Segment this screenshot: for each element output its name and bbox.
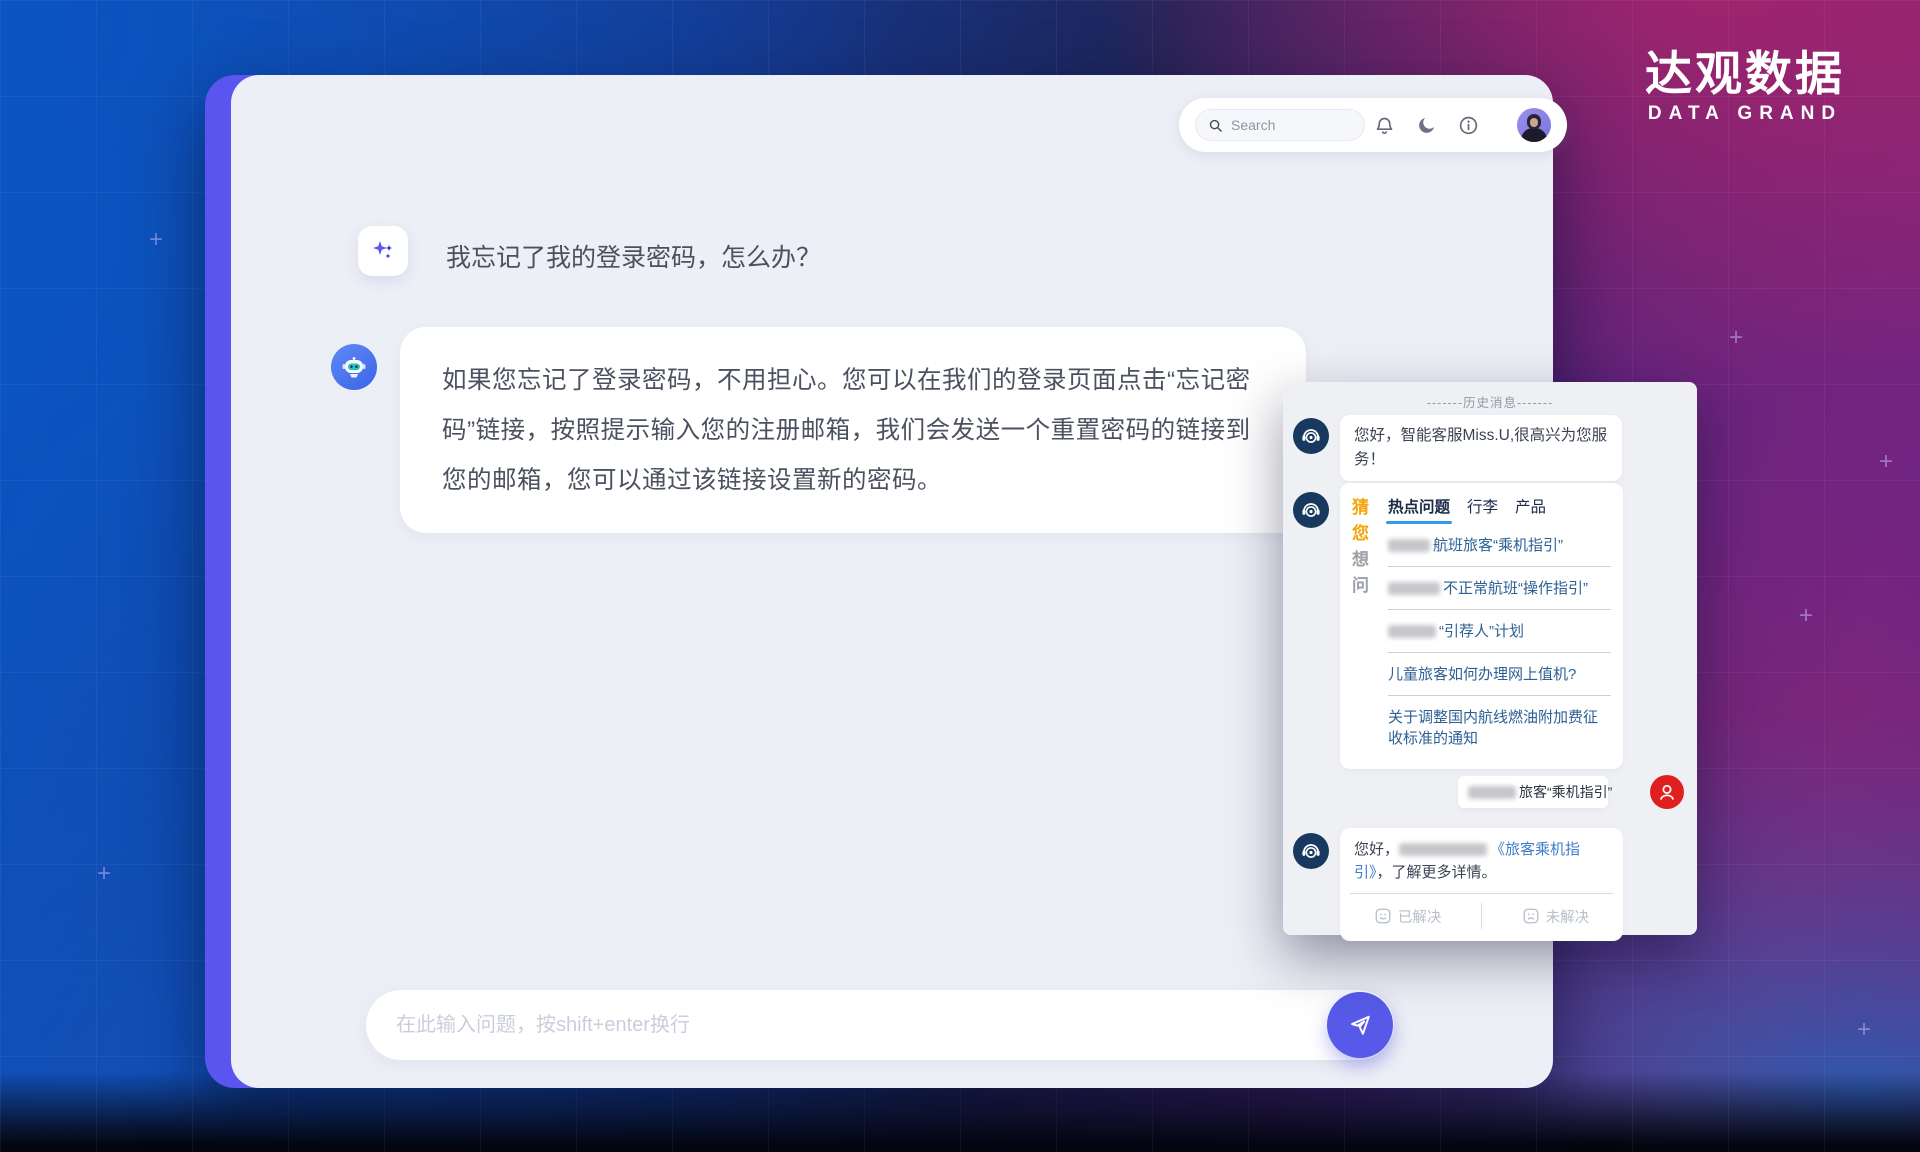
bell-icon[interactable] <box>1374 115 1395 136</box>
widget-answer-bubble: 您好，《旅客乘机指引》，了解更多详情。 已解决 未解决 <box>1340 828 1623 941</box>
brand-logo: 达观数据 DATA GRAND <box>1628 48 1862 125</box>
widget-user-message: 旅客“乘机指引” <box>1458 776 1608 808</box>
history-divider-label: -------历史消息------- <box>1283 392 1697 411</box>
send-button[interactable] <box>1327 992 1393 1058</box>
hot-questions-card: 猜 您 想 问 热点问题 行李 产品 航班旅客“乘机指引” 不正常航班“操作指引… <box>1340 483 1623 769</box>
redacted-text <box>1388 625 1436 638</box>
redacted-text <box>1399 843 1487 856</box>
hot-question-item[interactable]: 不正常航班“操作指引” <box>1388 567 1611 610</box>
feedback-row: 已解决 未解决 <box>1354 894 1609 935</box>
plus-decoration <box>94 864 114 884</box>
plus-decoration <box>1854 1020 1874 1040</box>
greeting-bubble: 您好，智能客服Miss.U,很高兴为您服务！ <box>1340 415 1622 481</box>
resolved-button[interactable]: 已解决 <box>1374 906 1442 927</box>
plus-decoration <box>1796 606 1816 626</box>
message-input-bar <box>366 990 1394 1060</box>
plus-decoration <box>1876 452 1896 472</box>
unresolved-button[interactable]: 未解决 <box>1522 906 1590 927</box>
widget-user-person-icon <box>1650 775 1684 809</box>
assistant-message-bubble: 如果您忘记了登录密码，不用担心。您可以在我们的登录页面点击“忘记密码”链接，按照… <box>400 327 1306 533</box>
redacted-text <box>1468 786 1516 799</box>
sparkles-icon <box>358 226 408 276</box>
paper-plane-icon <box>1346 1011 1374 1039</box>
moon-icon[interactable] <box>1416 115 1437 136</box>
user-avatar[interactable] <box>1517 108 1551 142</box>
widget-answer-text: 您好，《旅客乘机指引》，了解更多详情。 <box>1354 838 1609 884</box>
redacted-text <box>1388 539 1430 552</box>
search-input[interactable] <box>1231 117 1341 133</box>
assistant-robot-icon <box>331 344 377 390</box>
user-question: 我忘记了我的登录密码，怎么办？ <box>446 238 821 274</box>
top-toolbar <box>1179 98 1567 152</box>
plus-decoration <box>1726 328 1746 348</box>
search-icon <box>1208 118 1223 133</box>
brand-name-en: DATA GRAND <box>1628 103 1862 125</box>
sad-face-icon <box>1522 907 1540 925</box>
service-agent-icon <box>1293 833 1329 869</box>
hot-question-item[interactable]: “引荐人”计划 <box>1388 610 1611 653</box>
brand-name-cn: 达观数据 <box>1628 48 1862 100</box>
history-chat-widget: -------历史消息------- 您好，智能客服Miss.U,很高兴为您服务… <box>1283 382 1697 935</box>
smiley-face-icon <box>1374 907 1392 925</box>
service-agent-icon <box>1293 492 1329 528</box>
tab-hot-questions[interactable]: 热点问题 <box>1388 495 1450 524</box>
guess-you-ask-label: 猜 您 想 问 <box>1352 495 1382 759</box>
info-icon[interactable] <box>1458 115 1479 136</box>
service-agent-icon <box>1293 418 1329 454</box>
hot-question-tabs: 热点问题 行李 产品 <box>1388 495 1611 524</box>
tab-luggage[interactable]: 行李 <box>1467 495 1498 524</box>
assistant-answer: 如果您忘记了登录密码，不用担心。您可以在我们的登录页面点击“忘记密码”链接，按照… <box>442 356 1264 506</box>
message-input[interactable] <box>396 1014 1304 1037</box>
redacted-text <box>1388 582 1440 595</box>
hot-question-item[interactable]: 航班旅客“乘机指引” <box>1388 524 1611 567</box>
feedback-separator <box>1481 903 1482 929</box>
hot-question-item[interactable]: 儿童旅客如何办理网上值机? <box>1388 653 1611 696</box>
plus-decoration <box>146 230 166 250</box>
tab-products[interactable]: 产品 <box>1515 495 1546 524</box>
search-box[interactable] <box>1195 109 1365 141</box>
hot-question-item[interactable]: 关于调整国内航线燃油附加费征收标准的通知 <box>1388 696 1611 759</box>
